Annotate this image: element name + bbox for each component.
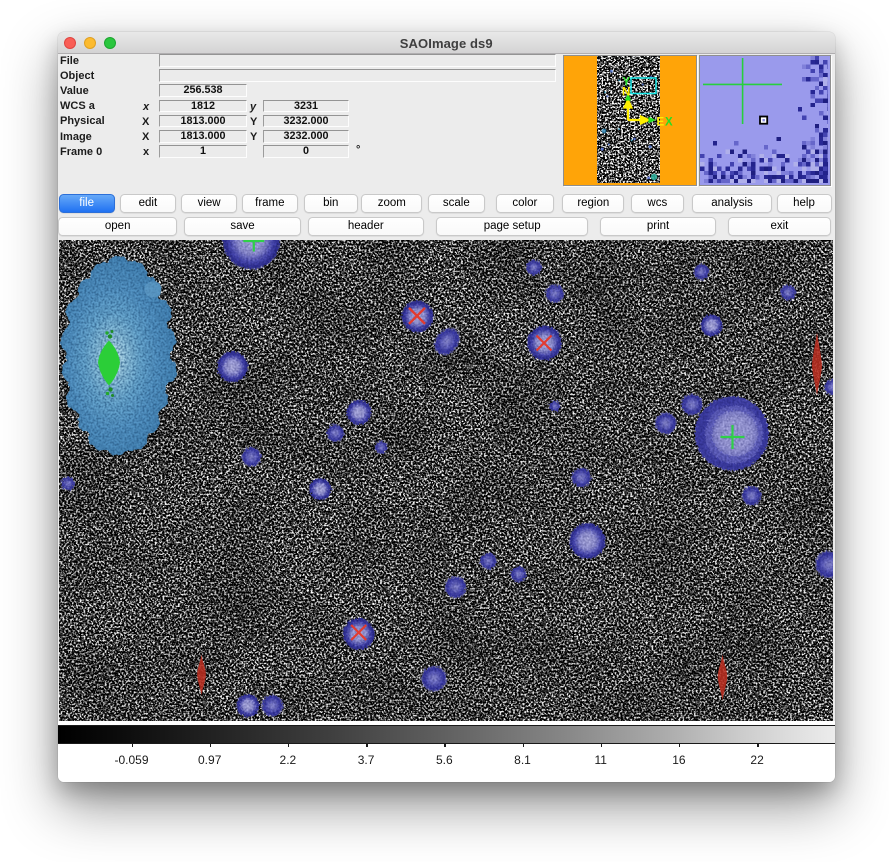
svg-text:N: N (622, 87, 630, 99)
svg-text:E: E (657, 117, 665, 129)
svg-text:X: X (665, 117, 673, 129)
